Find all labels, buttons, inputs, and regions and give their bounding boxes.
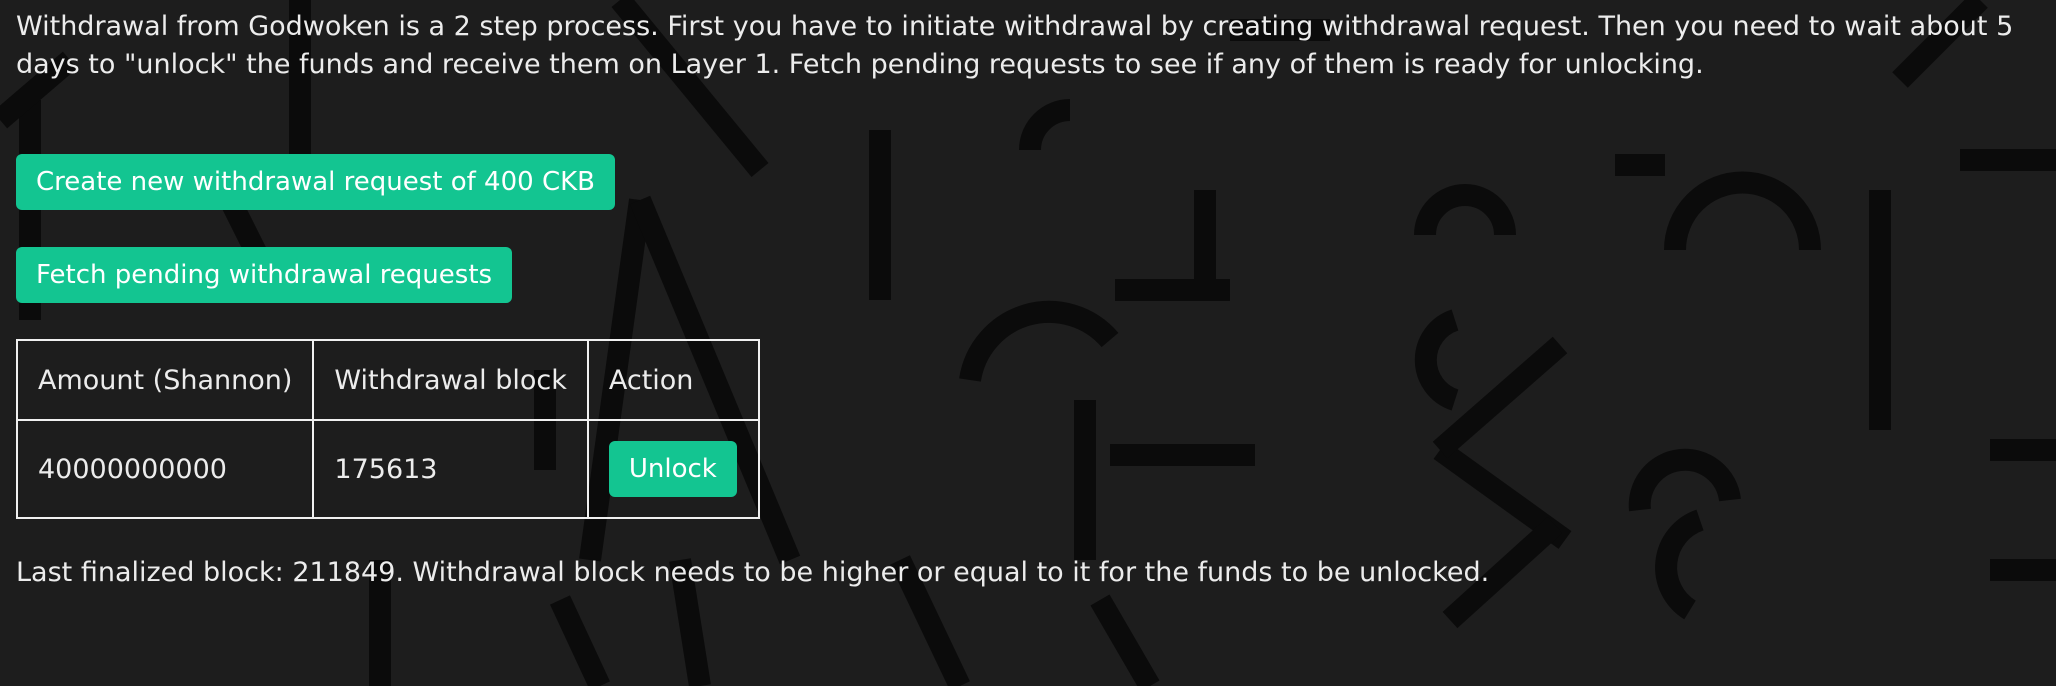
withdrawal-page: Withdrawal from Godwoken is a 2 step pro… bbox=[0, 0, 2056, 686]
table-header-row: Amount (Shannon) Withdrawal block Action bbox=[15, 339, 760, 421]
fetch-pending-button[interactable]: Fetch pending withdrawal requests bbox=[16, 247, 513, 303]
withdrawals-table: Amount (Shannon) Withdrawal block Action… bbox=[15, 339, 760, 519]
column-header-withdrawal-block: Withdrawal block bbox=[312, 339, 589, 421]
table-row: 40000000000 175613 Unlock bbox=[15, 419, 760, 519]
column-header-action: Action bbox=[586, 339, 760, 421]
unlock-button[interactable]: Unlock bbox=[608, 441, 737, 497]
column-header-amount: Amount (Shannon) bbox=[15, 339, 315, 421]
create-withdrawal-button[interactable]: Create new withdrawal request of 400 CKB bbox=[16, 154, 615, 210]
intro-text: Withdrawal from Godwoken is a 2 step pro… bbox=[16, 11, 2014, 80]
finalized-block-status: Last finalized block: 211849. Withdrawal… bbox=[16, 557, 1490, 588]
withdrawal-block-cell: 175613 bbox=[312, 419, 589, 519]
amount-cell: 40000000000 bbox=[15, 419, 315, 519]
action-cell: Unlock bbox=[586, 419, 760, 519]
